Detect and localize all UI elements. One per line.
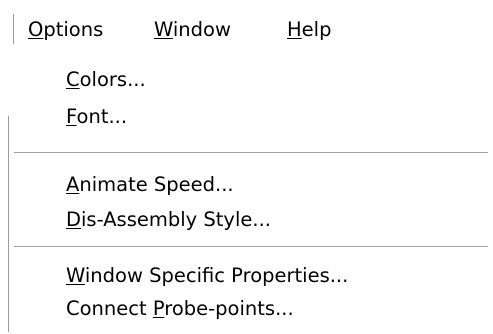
dropdown-left-edge [8, 116, 9, 332]
menu-item-colors-mnemonic: C [66, 68, 80, 91]
menu-item-font-mnemonic: F [66, 105, 77, 128]
menu-item-colors-text: olors... [79, 68, 146, 91]
menu-item-disassembly-style-mnemonic: D [66, 208, 82, 231]
menu-item-window-specific-properties-label: Window Specific Properties... [66, 263, 348, 289]
menu-window[interactable]: Window [154, 17, 231, 43]
menu-separator-2 [14, 246, 488, 248]
menu-item-animate-speed-text: nimate Speed... [79, 173, 234, 196]
menu-help-label: elp [301, 18, 332, 41]
menu-item-animate-speed-label: Animate Speed... [66, 172, 234, 198]
menu-item-font-text: ont... [76, 105, 128, 128]
options-dropdown-menu: Colors... Font... Animate Speed... Dis-A… [0, 62, 493, 334]
menu-item-connect-probe-points-mnemonic: P [152, 297, 165, 320]
menu-item-disassembly-style[interactable]: Dis-Assembly Style... [10, 204, 490, 236]
menu-item-connect-probe-points-label: Connect Probe-points... [66, 296, 294, 322]
menu-separator-1-highlight [14, 153, 488, 154]
menubar-left-edge [13, 14, 14, 44]
menu-help-mnemonic: H [287, 18, 302, 41]
menu-item-window-specific-properties-text: indow Specific Properties... [84, 264, 349, 287]
menu-item-font[interactable]: Font... [10, 101, 490, 133]
menu-item-connect-probe-points-text: robe-points... [164, 297, 294, 320]
menu-item-connect-probe-points-prefix: Connect [66, 297, 153, 320]
menu-item-animate-speed[interactable]: Animate Speed... [10, 169, 490, 201]
menu-item-window-specific-properties-mnemonic: W [66, 264, 85, 287]
menu-item-colors[interactable]: Colors... [10, 64, 490, 96]
menu-options-label: ptions [43, 18, 104, 41]
menu-help[interactable]: Help [287, 17, 331, 43]
menu-window-mnemonic: W [154, 18, 173, 41]
menu-window-label: indow [172, 18, 231, 41]
menu-bar: Options Window Help [0, 0, 493, 62]
menu-item-font-label: Font... [66, 104, 127, 130]
menu-item-window-specific-properties[interactable]: Window Specific Properties... [10, 260, 490, 292]
menu-item-disassembly-style-text: is-Assembly Style... [81, 208, 271, 231]
menu-options-mnemonic: O [28, 18, 44, 41]
menu-item-colors-label: Colors... [66, 67, 146, 93]
menu-separator-1 [14, 152, 488, 154]
menu-item-disassembly-style-label: Dis-Assembly Style... [66, 207, 271, 233]
menu-separator-2-highlight [14, 247, 488, 248]
menu-item-connect-probe-points[interactable]: Connect Probe-points... [10, 293, 490, 325]
menu-item-animate-speed-mnemonic: A [66, 173, 80, 196]
menu-options[interactable]: Options [28, 17, 103, 43]
